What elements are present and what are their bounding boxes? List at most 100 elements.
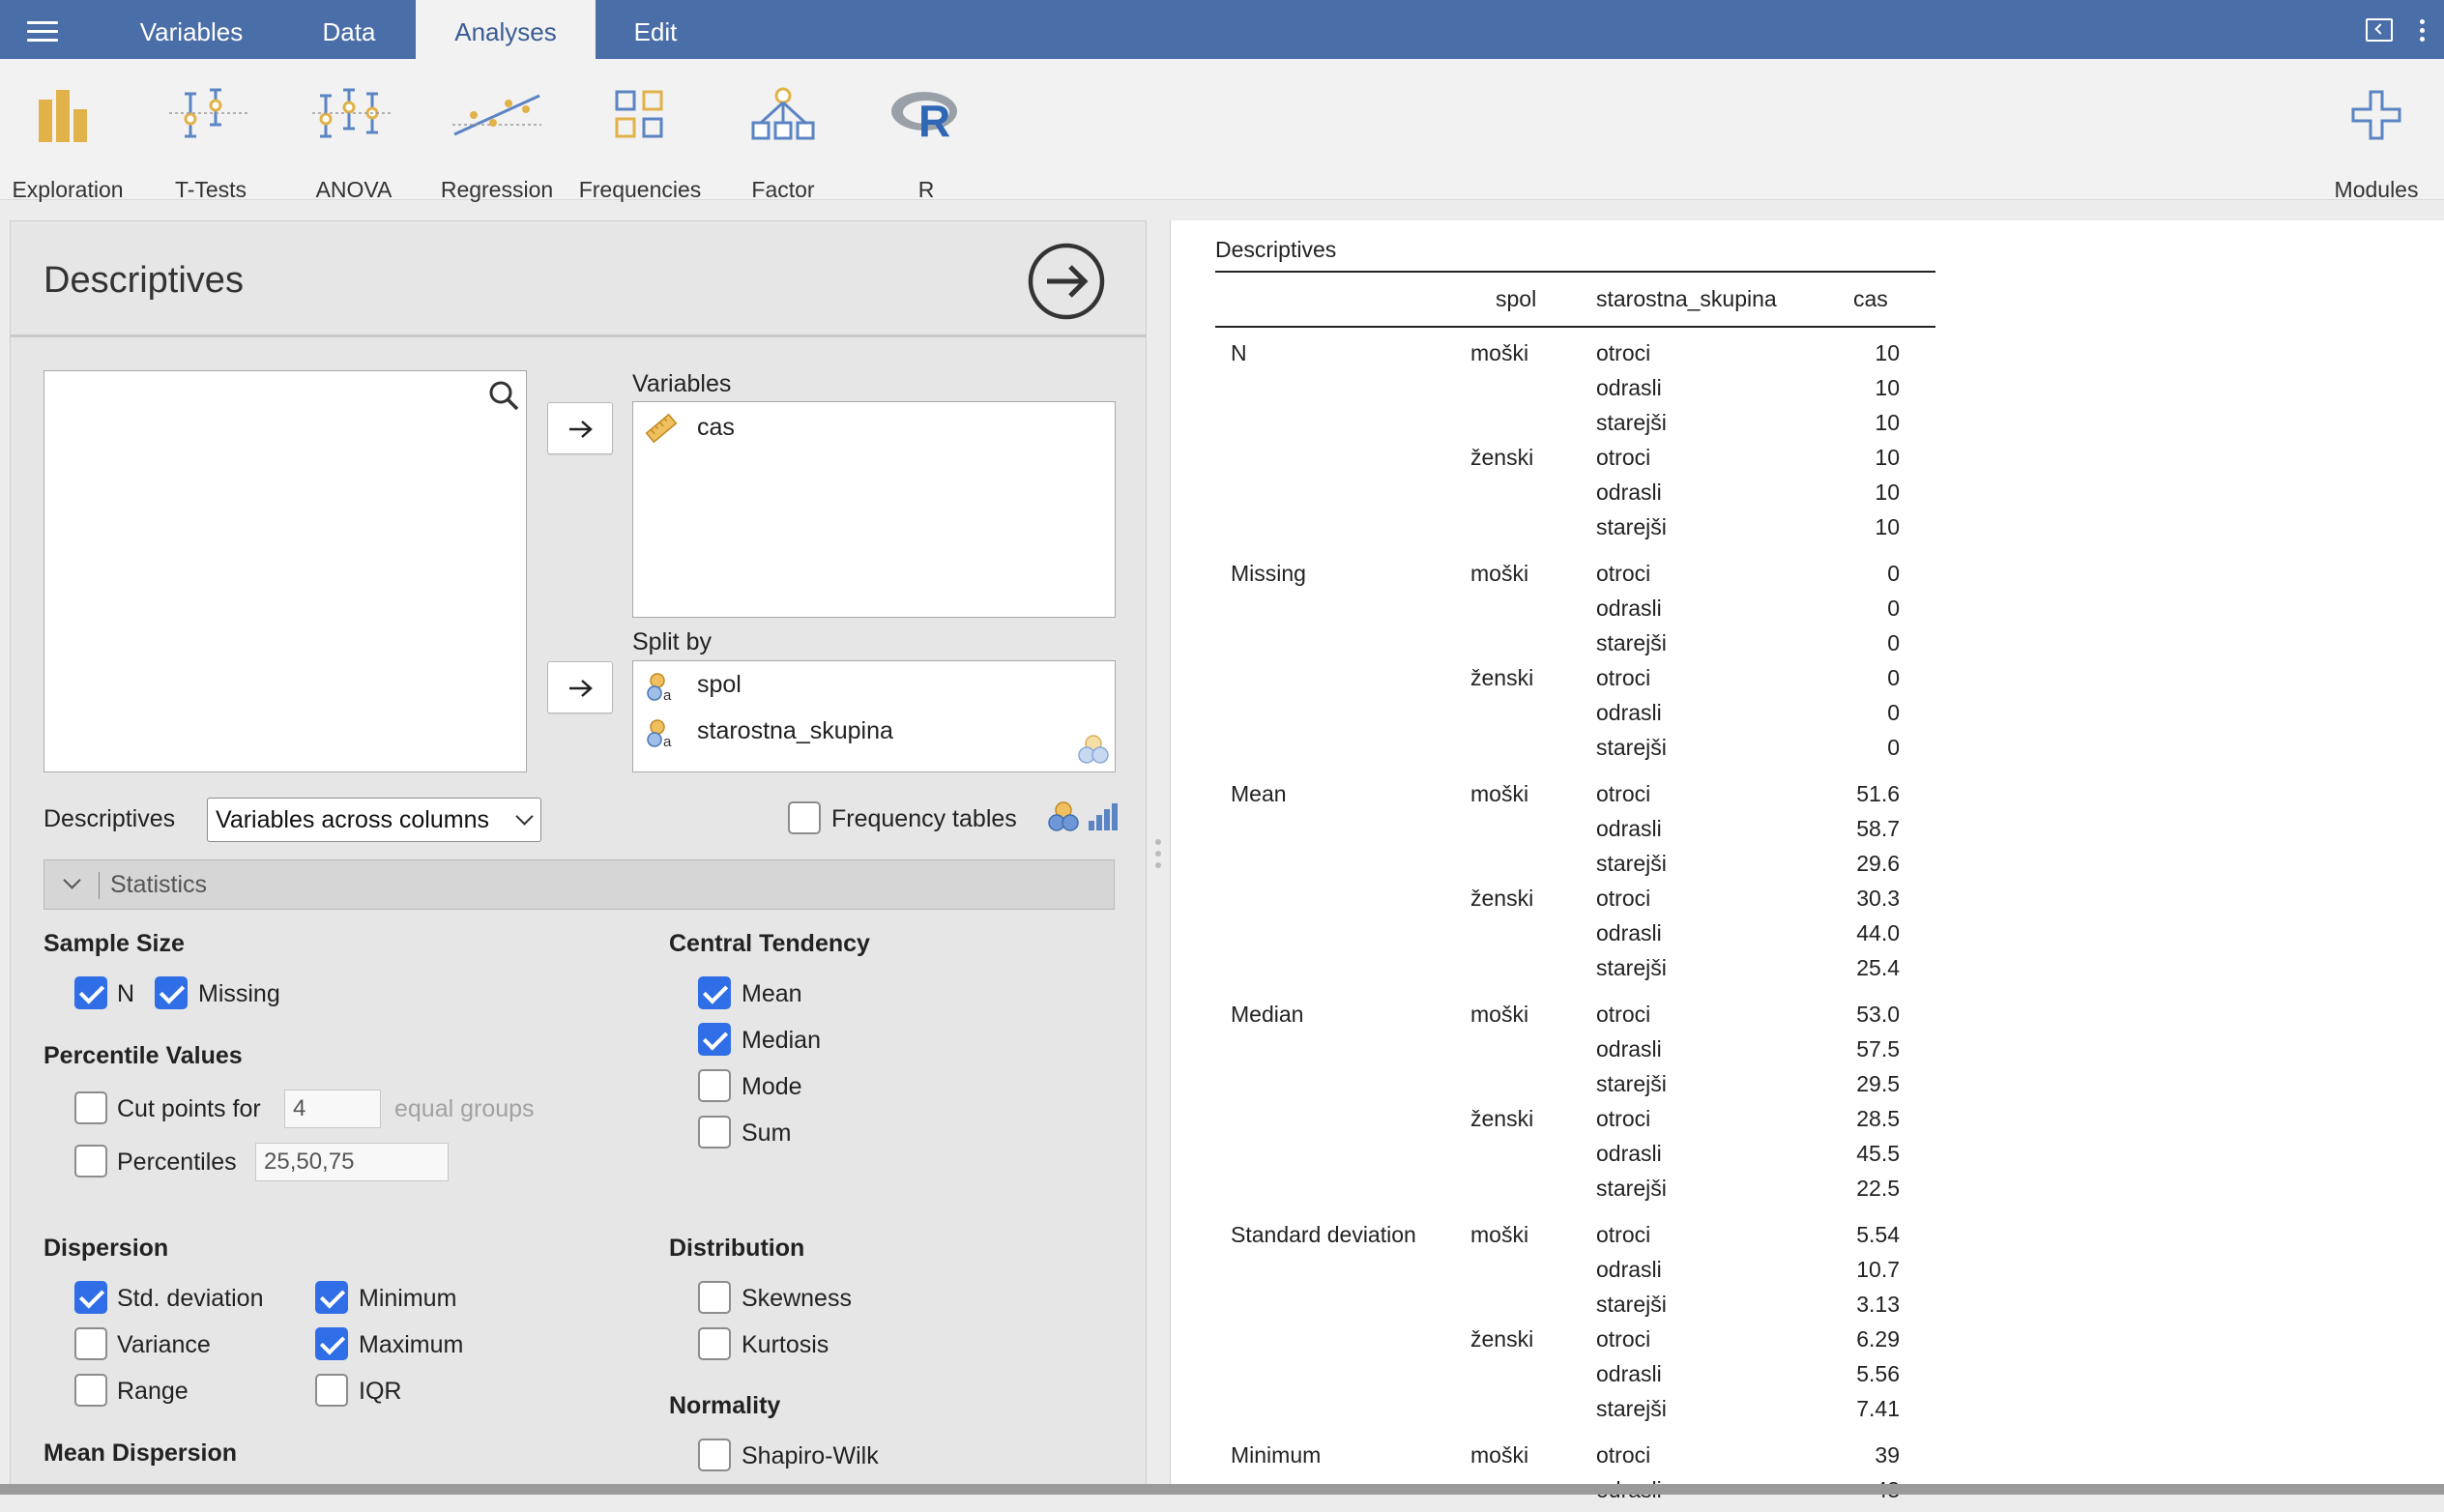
group-cell: otroci — [1596, 1002, 1651, 1027]
table-row: starejši 3.13 — [1215, 1292, 1935, 1326]
run-arrow-icon[interactable] — [1028, 243, 1105, 320]
value-cell: 51.6 — [1856, 781, 1900, 806]
column-header-starostna-skupina: starostna_skupina — [1596, 286, 1777, 311]
statistic-label: Mean — [1231, 781, 1287, 806]
regression-button[interactable]: Regression — [429, 86, 565, 202]
percentiles-checkbox[interactable] — [74, 1145, 107, 1178]
value-cell: 3.13 — [1856, 1292, 1900, 1317]
hamburger-menu-icon[interactable] — [27, 21, 58, 43]
table-row: odrasli 57.5 — [1215, 1036, 1935, 1071]
available-variables-list[interactable] — [44, 370, 527, 772]
spol-cell: moški — [1470, 1002, 1529, 1027]
shapiro-wilk-checkbox[interactable] — [698, 1439, 731, 1471]
tab-data[interactable]: Data — [280, 0, 418, 59]
minimum-checkbox[interactable] — [315, 1281, 348, 1314]
table-row: Mean moški otroci 51.6 — [1215, 781, 1935, 816]
table-row: odrasli 58.7 — [1215, 816, 1935, 851]
spol-cell: ženski — [1470, 1326, 1534, 1352]
mean-checkbox[interactable] — [698, 976, 731, 1009]
svg-text:a: a — [663, 734, 672, 748]
variance-checkbox[interactable] — [74, 1327, 107, 1360]
iqr-checkbox[interactable] — [315, 1374, 348, 1407]
table-row: odrasli 10 — [1215, 375, 1935, 410]
sum-label: Sum — [742, 1119, 792, 1147]
value-cell: 29.5 — [1856, 1071, 1900, 1096]
table-row: Median moški otroci 53.0 — [1215, 1002, 1935, 1036]
window-mode-icon[interactable] — [2366, 18, 2393, 42]
cut-points-label: Cut points for — [117, 1095, 261, 1122]
move-to-variables-button[interactable] — [547, 402, 613, 454]
value-cell: 22.5 — [1856, 1176, 1900, 1201]
nominal-types-icon — [1078, 735, 1109, 764]
distribution-heading: Distribution — [669, 1235, 805, 1262]
spol-cell: ženski — [1470, 886, 1534, 911]
table-row: Standard deviation moški otroci 5.54 — [1215, 1222, 1935, 1257]
svg-text:R: R — [918, 96, 950, 144]
split-by-list[interactable]: a spol a starostna_skupina — [632, 660, 1116, 772]
group-cell: otroci — [1596, 561, 1651, 586]
spol-cell: moški — [1470, 1442, 1529, 1468]
value-cell: 10 — [1875, 410, 1900, 435]
value-cell: 28.5 — [1856, 1106, 1900, 1131]
sum-checkbox[interactable] — [698, 1116, 731, 1149]
move-to-split-by-button[interactable] — [547, 661, 613, 713]
search-icon[interactable] — [487, 379, 520, 412]
spol-cell: moški — [1470, 340, 1529, 365]
group-cell: starejši — [1596, 1292, 1667, 1317]
analysis-options-panel: Descriptives Variables cas Split by a sp… — [10, 220, 1147, 1495]
column-header-cas: cas — [1853, 286, 1888, 311]
exploration-button[interactable]: Exploration — [0, 86, 135, 202]
frequencies-button[interactable]: Frequencies — [572, 86, 708, 202]
tab-variables[interactable]: Variables — [112, 0, 271, 59]
skewness-checkbox[interactable] — [698, 1281, 731, 1314]
panel-splitter[interactable] — [1147, 220, 1170, 1495]
statistics-section-header[interactable]: Statistics — [44, 859, 1115, 910]
mean-dispersion-heading: Mean Dispersion — [44, 1439, 238, 1467]
percentiles-input[interactable]: 25,50,75 — [255, 1143, 449, 1181]
median-checkbox[interactable] — [698, 1023, 731, 1056]
table-row: Nmoški otroci 10 — [1215, 340, 1935, 375]
range-checkbox[interactable] — [74, 1374, 107, 1407]
table-row: odrasli 45.5 — [1215, 1141, 1935, 1176]
std-deviation-checkbox[interactable] — [74, 1281, 107, 1314]
value-cell: 29.6 — [1856, 851, 1900, 876]
t-tests-button[interactable]: T-Tests — [143, 86, 278, 202]
table-row: odrasli 10.7 — [1215, 1257, 1935, 1292]
r-icon: R — [891, 92, 957, 144]
value-cell: 53.0 — [1856, 1002, 1900, 1027]
group-cell: odrasli — [1596, 1141, 1662, 1166]
plus-icon — [2351, 90, 2401, 140]
descriptives-layout-select[interactable]: Variables across columns — [207, 798, 541, 842]
factor-button[interactable]: Factor — [715, 86, 851, 202]
tab-analyses[interactable]: Analyses — [416, 0, 596, 59]
frequency-tables-label: Frequency tables — [831, 805, 1017, 832]
kurtosis-checkbox[interactable] — [698, 1327, 731, 1360]
cut-points-input[interactable]: 4 — [284, 1090, 381, 1128]
r-button[interactable]: R R — [858, 86, 994, 202]
value-cell: 7.41 — [1856, 1396, 1900, 1421]
group-cell: odrasli — [1596, 700, 1662, 725]
anova-button[interactable]: ANOVA — [286, 86, 422, 202]
variables-list[interactable]: cas — [632, 401, 1116, 618]
chevron-down-icon — [515, 807, 534, 826]
group-cell: odrasli — [1596, 1257, 1662, 1282]
value-cell: 10.7 — [1856, 1257, 1900, 1282]
value-cell: 57.5 — [1856, 1036, 1900, 1061]
maximum-checkbox[interactable] — [315, 1327, 348, 1360]
kurtosis-label: Kurtosis — [742, 1331, 829, 1358]
cut-points-checkbox[interactable] — [74, 1091, 107, 1124]
statistic-label: Median — [1231, 1002, 1304, 1027]
mode-label: Mode — [742, 1073, 802, 1100]
tab-edit[interactable]: Edit — [596, 0, 715, 59]
missing-checkbox[interactable] — [155, 976, 188, 1009]
more-options-icon[interactable] — [2420, 19, 2426, 43]
table-row: ženski otroci 30.3 — [1215, 886, 1935, 920]
n-checkbox[interactable] — [74, 976, 107, 1009]
nominal-variable-icon: a — [647, 673, 672, 702]
mode-checkbox[interactable] — [698, 1069, 731, 1102]
value-cell: 58.7 — [1856, 816, 1900, 841]
value-cell: 0 — [1887, 665, 1900, 690]
table-row: Missing moški otroci 0 — [1215, 561, 1935, 596]
modules-button[interactable]: Modules — [2309, 86, 2444, 202]
frequency-tables-checkbox[interactable] — [788, 801, 821, 834]
